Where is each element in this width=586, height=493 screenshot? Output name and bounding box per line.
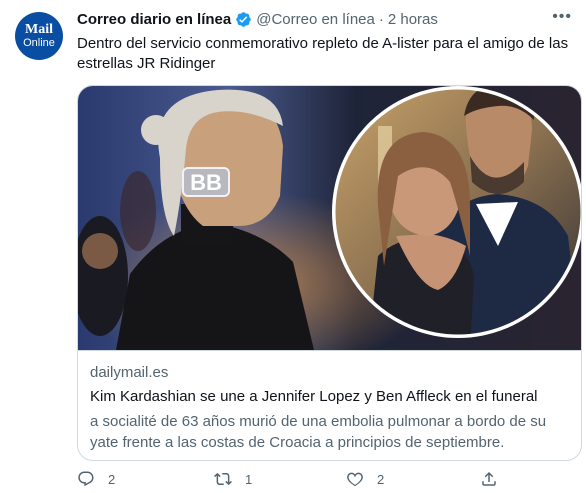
reply-button[interactable]: 2 (77, 470, 115, 488)
avatar-text-mail: Mail (25, 22, 53, 37)
card-description: a socialité de 63 años murió de una embo… (90, 413, 547, 451)
card-image[interactable]: BB (78, 86, 581, 351)
more-icon[interactable]: ••• (552, 9, 572, 25)
separator-dot: · (378, 11, 384, 28)
tweet-text: Dentro del servicio conmemorativo replet… (77, 35, 569, 72)
verified-badge-icon (236, 12, 251, 27)
avatar-text-online: Online (23, 37, 55, 49)
card-photo: BB (78, 86, 581, 350)
tweet-header: Correo diario en línea @Correo en línea … (77, 11, 438, 28)
earring-text: BB (190, 170, 222, 195)
retweet-count: 1 (245, 471, 253, 487)
author-handle[interactable]: @Correo en línea (256, 11, 375, 28)
retweet-button[interactable]: 1 (214, 470, 252, 488)
author-name[interactable]: Correo diario en línea (77, 11, 231, 28)
like-count: 2 (377, 471, 385, 487)
card-domain: dailymail.es (90, 364, 169, 381)
avatar[interactable]: Mail Online (15, 12, 63, 60)
reply-count: 2 (108, 471, 116, 487)
share-icon (482, 471, 496, 486)
heart-icon (347, 472, 363, 487)
tweet-timestamp[interactable]: 2 horas (388, 11, 438, 28)
card-title: Kim Kardashian se une a Jennifer Lopez y… (90, 388, 538, 405)
share-button[interactable] (480, 470, 498, 488)
retweet-icon (214, 472, 232, 486)
like-button[interactable]: 2 (346, 470, 384, 488)
reply-icon (78, 471, 94, 487)
action-bar: 2 1 2 (77, 470, 507, 492)
tweet[interactable]: Mail Online Correo diario en línea @Corr… (0, 0, 586, 493)
link-card[interactable]: BB dailymail.es Kim Kardashian se une a … (77, 85, 582, 461)
